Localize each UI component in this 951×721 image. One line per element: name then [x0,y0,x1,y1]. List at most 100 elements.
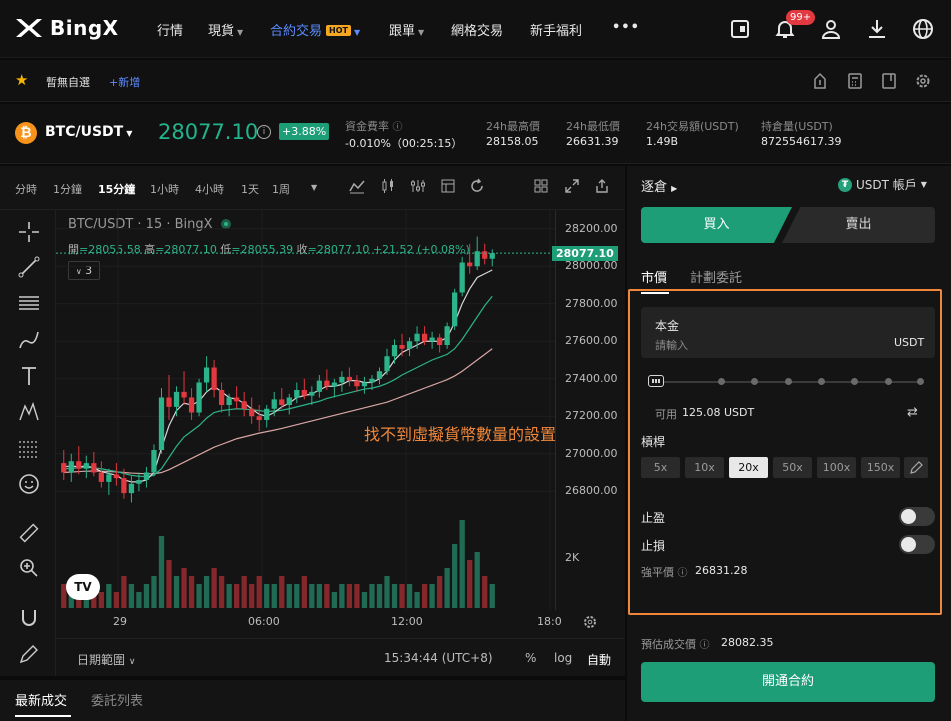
user-icon[interactable] [819,17,843,41]
brush-icon[interactable] [17,328,41,352]
margin-mode-selector[interactable]: 逐倉 ▶ [641,176,677,195]
timeframe-1d[interactable]: 1天 [241,181,259,197]
account-selector[interactable]: ₮ USDT 帳戶 ▼ [838,176,927,193]
slider-mark[interactable] [718,378,725,385]
timeframe-1h[interactable]: 1小時 [150,181,179,197]
nav-item-spot[interactable]: 現貨 ▼ [208,20,243,39]
leverage-20x[interactable]: 20x [729,457,768,478]
chart-clock[interactable]: 15:34:44 (UTC+8) [384,651,493,665]
leverage-150x[interactable]: 150x [861,457,900,478]
pair-selector[interactable]: BTC/USDT ▼ [45,124,132,140]
timeframe-1m[interactable]: 1分鐘 [53,181,82,197]
candlestick-chart[interactable] [56,210,555,610]
volume-bar [459,520,465,608]
leverage-edit-button[interactable] [904,457,928,478]
info-icon[interactable]: ⓘ [393,122,403,133]
candle-body [467,262,473,267]
download-icon[interactable] [865,17,889,41]
slider-mark[interactable] [751,378,758,385]
add-favorite-link[interactable]: +新增 [109,74,140,90]
candle-body [489,253,495,259]
tab-order-list[interactable]: 委託列表 [91,690,143,709]
slider-mark[interactable] [818,378,825,385]
stop-loss-toggle[interactable] [899,535,935,554]
candle-type-icon[interactable] [380,178,396,194]
timeframe-15m[interactable]: 15分鐘 [98,181,135,197]
log-scale-button[interactable]: log [554,651,572,665]
pattern-icon[interactable] [17,400,41,424]
pencil-icon [910,461,923,474]
amount-input[interactable] [655,337,855,353]
open-contract-button[interactable]: 開通合約 [641,662,935,702]
auto-scale-button[interactable]: 自動 [587,651,611,668]
tab-plan-order[interactable]: 計劃委託 [690,267,742,286]
candle-body [376,371,383,379]
leverage-5x[interactable]: 5x [641,457,680,478]
candle-body [436,337,443,345]
info-icon[interactable]: ⓘ [678,568,688,579]
nav-item-market[interactable]: 行情 [157,20,183,39]
text-tool-icon[interactable] [17,364,41,388]
emoji-icon[interactable] [17,472,41,496]
volume-bar [361,592,368,608]
fib-icon[interactable] [17,437,41,461]
volume-bar [113,592,120,608]
transfer-icon[interactable]: ⇄ [907,405,918,420]
buy-button[interactable]: 買入 [641,207,792,243]
bingx-logo[interactable]: BingX [14,13,119,43]
settings-gear-icon[interactable] [915,72,931,90]
refresh-icon[interactable] [469,178,485,194]
slider-mark[interactable] [885,378,892,385]
zoom-icon[interactable] [17,556,41,580]
trend-line-icon[interactable] [17,255,41,279]
layout-icon[interactable] [440,178,456,194]
calculator-icon[interactable] [847,72,863,90]
sell-button[interactable]: 賣出 [782,207,935,243]
ruler-icon[interactable] [17,521,41,545]
leverage-50x[interactable]: 50x [773,457,812,478]
volume-bar [279,576,285,608]
timeframe-1w[interactable]: 1周 [272,181,290,197]
nav-item-grid-trading[interactable]: 網格交易 [451,20,503,39]
slider-mark[interactable] [917,378,924,385]
nav-item-copy-trading[interactable]: 跟單 ▼ [389,20,424,39]
globe-icon[interactable] [911,17,935,41]
share-icon[interactable] [594,178,610,194]
timeframe-tick[interactable]: 分時 [15,181,37,197]
take-profit-toggle[interactable] [899,507,935,526]
date-range-selector[interactable]: 日期範圍 ∨ [77,651,135,668]
magnet-icon[interactable] [17,606,41,630]
nav-item-newbie-rewards[interactable]: 新手福利 [530,20,582,39]
wallet-icon[interactable] [728,17,752,41]
slider-mark[interactable] [785,378,792,385]
multi-chart-icon[interactable] [533,178,549,194]
percent-scale-button[interactable]: % [525,651,536,665]
more-menu-icon[interactable]: ••• [612,20,640,35]
leverage-10x[interactable]: 10x [685,457,724,478]
star-icon[interactable]: ★ [15,71,28,89]
info-icon[interactable]: i [257,125,271,139]
fullscreen-icon[interactable] [564,178,580,194]
indicators-icon[interactable] [349,178,365,194]
funding-icon[interactable] [812,72,828,90]
tab-latest-trades[interactable]: 最新成交 [15,690,67,709]
open-interest-value: 872554617.39 [761,135,842,148]
info-icon[interactable]: ⓘ [700,640,710,651]
guide-book-icon[interactable] [881,72,897,90]
candle-body [399,345,405,349]
timeframe-more-icon[interactable]: ▼ [311,183,317,192]
leverage-100x[interactable]: 100x [817,457,856,478]
crosshair-icon[interactable] [17,220,41,244]
slider-mark[interactable] [851,378,858,385]
slider-thumb[interactable] [648,375,664,387]
turnover-24h-label: 24h交易額(USDT) [646,120,739,133]
pencil-lock-icon[interactable] [17,642,41,666]
candle-body [68,461,74,473]
nav-item-futures[interactable]: 合約交易 HOT ▼ [270,20,360,39]
chart-gear-icon[interactable] [582,614,598,630]
volume-bar [316,584,322,608]
timeframe-4h[interactable]: 4小時 [195,181,224,197]
tab-market-order[interactable]: 市價 [641,267,667,286]
chart-settings-icon[interactable] [410,178,426,194]
horizontal-lines-icon[interactable] [17,291,41,315]
